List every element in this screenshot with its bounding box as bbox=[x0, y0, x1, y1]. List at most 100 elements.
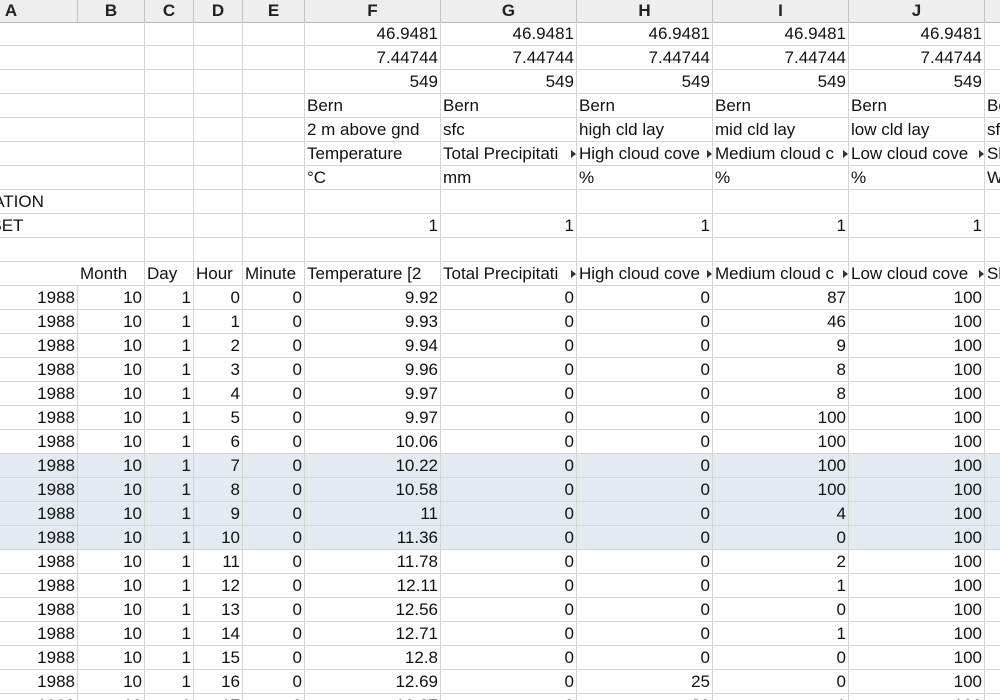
cell-h[interactable]: 549 bbox=[577, 70, 713, 93]
cell-f[interactable]: Bern bbox=[305, 94, 441, 117]
cell-h[interactable]: 0 bbox=[577, 382, 713, 405]
cell-e[interactable] bbox=[243, 94, 305, 117]
cell-c[interactable]: 1 bbox=[145, 406, 194, 429]
cell-h[interactable]: % bbox=[577, 166, 713, 189]
cell-b[interactable]: Month bbox=[78, 262, 145, 285]
cell-d[interactable]: 12 bbox=[194, 574, 243, 597]
cell-f[interactable]: 9.97 bbox=[305, 382, 441, 405]
cell-d[interactable] bbox=[194, 22, 243, 45]
cell-h[interactable]: 25 bbox=[577, 670, 713, 693]
cell-j[interactable]: 100 bbox=[849, 358, 985, 381]
cell-c[interactable]: 1 bbox=[145, 622, 194, 645]
cell-g[interactable]: sfc bbox=[441, 118, 577, 141]
cell-a[interactable] bbox=[0, 94, 78, 117]
cell-f[interactable]: 549 bbox=[305, 70, 441, 93]
cell-e[interactable] bbox=[243, 166, 305, 189]
cell-g[interactable]: 1 bbox=[441, 214, 577, 237]
cell-g[interactable]: 0 bbox=[441, 286, 577, 309]
cell-e[interactable]: 0 bbox=[243, 694, 305, 700]
cell-g[interactable]: 0 bbox=[441, 382, 577, 405]
cell-h[interactable]: 0 bbox=[577, 646, 713, 669]
cell-h[interactable]: 30 bbox=[577, 694, 713, 700]
cell-i[interactable]: 1 bbox=[713, 574, 849, 597]
cell-j[interactable]: 100 bbox=[849, 598, 985, 621]
cell-e[interactable] bbox=[243, 118, 305, 141]
cell-c[interactable]: 1 bbox=[145, 478, 194, 501]
cell-a[interactable]: 1988 bbox=[0, 478, 78, 501]
cell-d[interactable]: 10 bbox=[194, 526, 243, 549]
cell-d[interactable]: 9 bbox=[194, 502, 243, 525]
cell-j[interactable]: 100 bbox=[849, 502, 985, 525]
cell-b[interactable]: 10 bbox=[78, 526, 145, 549]
cell-e[interactable]: 0 bbox=[243, 430, 305, 453]
cell-e[interactable]: 0 bbox=[243, 598, 305, 621]
cell-e[interactable]: 0 bbox=[243, 286, 305, 309]
cell-e[interactable]: 0 bbox=[243, 358, 305, 381]
cell-i[interactable]: 2 bbox=[713, 550, 849, 573]
cell-f[interactable]: 9.96 bbox=[305, 358, 441, 381]
cell-b[interactable]: 10 bbox=[78, 334, 145, 357]
cell-e[interactable] bbox=[243, 46, 305, 69]
cell-f[interactable]: 46.9481 bbox=[305, 22, 441, 45]
cell-a[interactable]: 1988 bbox=[0, 598, 78, 621]
column-header-k[interactable] bbox=[985, 0, 1000, 22]
cell-c[interactable] bbox=[145, 94, 194, 117]
cell-h[interactable]: 0 bbox=[577, 598, 713, 621]
cell-e[interactable]: 0 bbox=[243, 382, 305, 405]
cell-a[interactable] bbox=[0, 118, 78, 141]
cell-a[interactable]: 1988 bbox=[0, 502, 78, 525]
cell-i[interactable]: mid cld lay bbox=[713, 118, 849, 141]
cell-h[interactable]: 7.44744 bbox=[577, 46, 713, 69]
cell-g[interactable]: 46.9481 bbox=[441, 22, 577, 45]
cell-i[interactable]: 1 bbox=[713, 694, 849, 700]
cell-j[interactable]: 100 bbox=[849, 430, 985, 453]
cell-e[interactable]: 0 bbox=[243, 454, 305, 477]
cell-h[interactable]: 0 bbox=[577, 574, 713, 597]
cell-a[interactable]: 1988 bbox=[0, 646, 78, 669]
cell-h[interactable]: 0 bbox=[577, 310, 713, 333]
cell-b[interactable]: 10 bbox=[78, 670, 145, 693]
cell-i[interactable]: 100 bbox=[713, 454, 849, 477]
cell-h[interactable]: 0 bbox=[577, 286, 713, 309]
cell-c[interactable]: 1 bbox=[145, 694, 194, 700]
column-header-b[interactable]: B bbox=[78, 0, 145, 22]
cell-f[interactable]: 11.36 bbox=[305, 526, 441, 549]
cell-e[interactable]: 0 bbox=[243, 646, 305, 669]
cell-i[interactable]: 0 bbox=[713, 646, 849, 669]
column-header-h[interactable]: H bbox=[577, 0, 713, 22]
cell-f[interactable] bbox=[305, 238, 441, 261]
cell-g[interactable]: 0 bbox=[441, 670, 577, 693]
cell-a[interactable]: 1988 bbox=[0, 406, 78, 429]
cell-a[interactable]: 1988 bbox=[0, 526, 78, 549]
cell-j[interactable]: 100 bbox=[849, 694, 985, 700]
cell-c[interactable]: 1 bbox=[145, 286, 194, 309]
cell-a[interactable] bbox=[0, 142, 78, 165]
cell-i[interactable]: 0 bbox=[713, 526, 849, 549]
cell-a[interactable] bbox=[0, 22, 78, 45]
cell-c[interactable]: 1 bbox=[145, 526, 194, 549]
cell-c[interactable]: 1 bbox=[145, 502, 194, 525]
column-header-j[interactable]: J bbox=[849, 0, 985, 22]
spreadsheet-grid[interactable]: A B C D E F G H I J 46.9481 46.9481 46.9481 46.9481 46… bbox=[0, 0, 1000, 700]
cell-e[interactable] bbox=[243, 214, 305, 237]
cell-j[interactable]: 100 bbox=[849, 286, 985, 309]
cell-c[interactable] bbox=[145, 238, 194, 261]
cell-c[interactable] bbox=[145, 166, 194, 189]
cell-j[interactable] bbox=[849, 238, 985, 261]
cell-d[interactable]: 7 bbox=[194, 454, 243, 477]
cell-g[interactable]: 0 bbox=[441, 598, 577, 621]
cell-j[interactable]: low cld lay bbox=[849, 118, 985, 141]
cell-f[interactable]: 10.58 bbox=[305, 478, 441, 501]
cell-i[interactable]: 0 bbox=[713, 598, 849, 621]
cell-d[interactable]: 3 bbox=[194, 358, 243, 381]
cell-g[interactable]: 0 bbox=[441, 550, 577, 573]
cell-a[interactable]: 1988 bbox=[0, 574, 78, 597]
cell-g[interactable]: mm bbox=[441, 166, 577, 189]
cell-f[interactable]: 10.06 bbox=[305, 430, 441, 453]
cell-d[interactable]: 5 bbox=[194, 406, 243, 429]
cell-e[interactable]: 0 bbox=[243, 334, 305, 357]
cell-j[interactable]: 549 bbox=[849, 70, 985, 93]
cell-i[interactable]: % bbox=[713, 166, 849, 189]
cell-h[interactable]: 46.9481 bbox=[577, 22, 713, 45]
cell-j[interactable]: 100 bbox=[849, 310, 985, 333]
